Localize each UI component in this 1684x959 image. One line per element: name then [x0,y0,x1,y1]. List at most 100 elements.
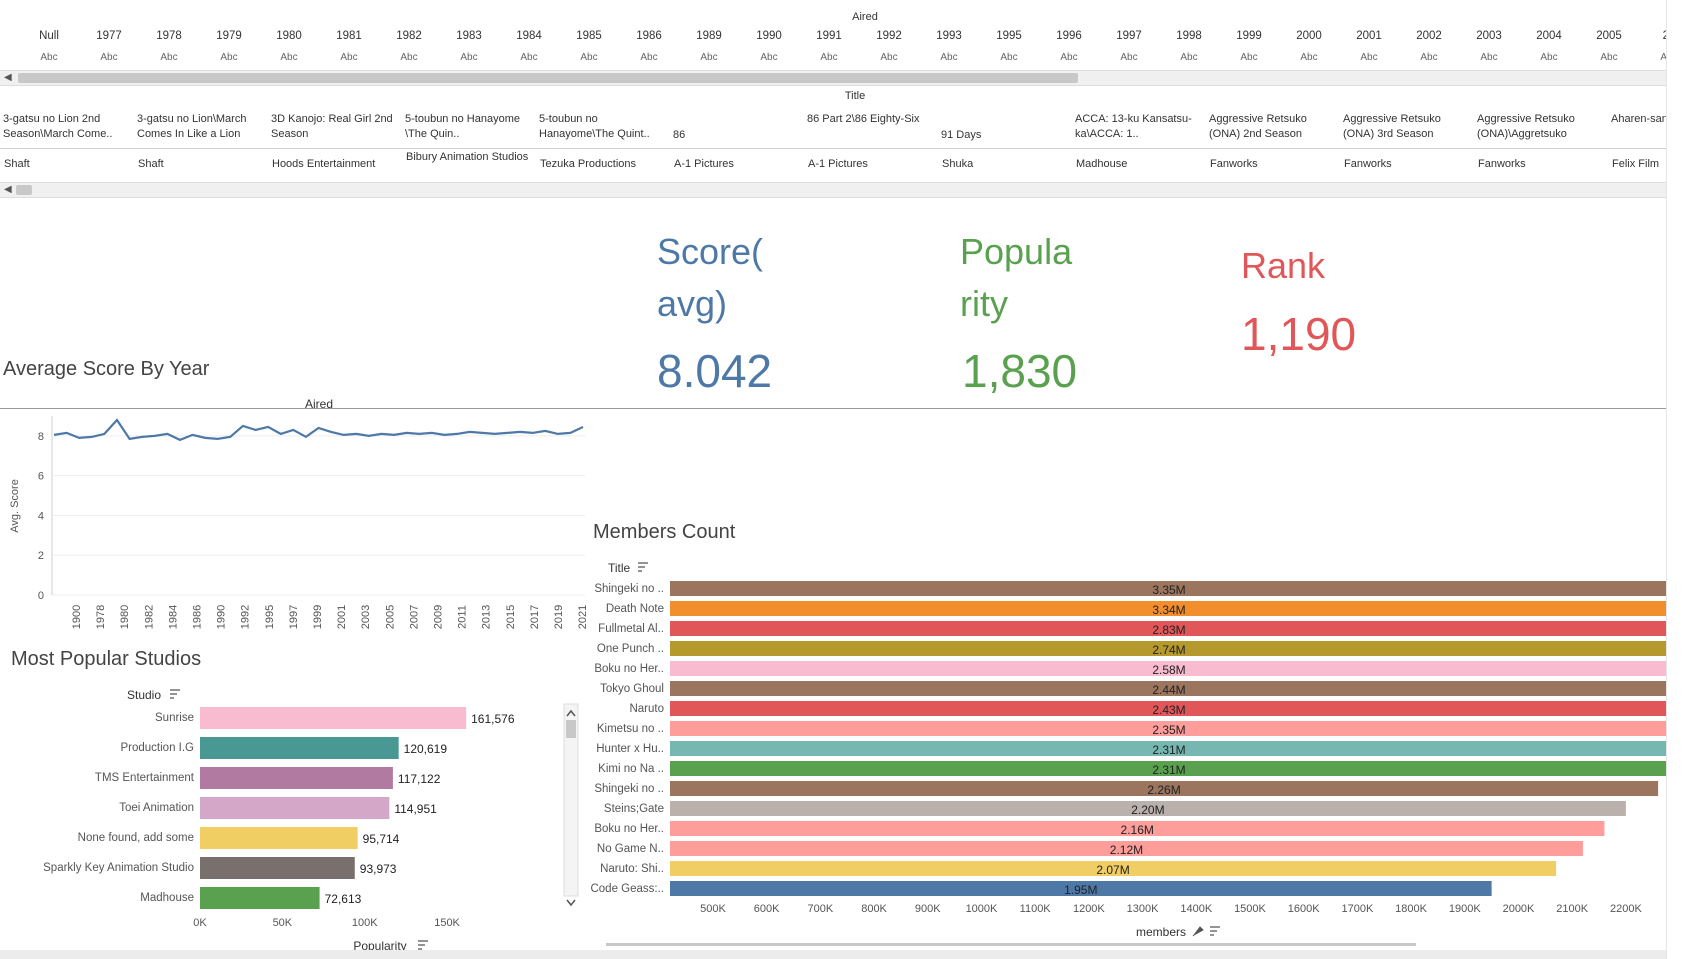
members-label: Fullmetal Al.. [598,623,664,635]
x-tick-label: 1997 [288,605,300,629]
title-cell[interactable]: 91 Days [941,128,1069,143]
studio-cell: Fanworks [1478,158,1526,170]
studio-value-label: 93,973 [360,862,397,876]
right-scrollbar[interactable] [1666,0,1684,959]
year-header: 1989 [696,30,722,42]
x-tick-label: 1986 [192,605,204,629]
studio-cell: Shaft [4,158,30,170]
abc-cell: Abc [160,52,178,63]
sort-icon [1210,926,1220,936]
abc-row: Abc Abc Abc Abc Abc Abc Abc Abc Abc Abc Abc Abc Abc A… [0,52,1684,66]
year-header: Null [39,30,59,42]
studio-cell: Tezuka Productions [540,158,636,170]
scroll-left-icon[interactable]: ◀ [4,71,12,85]
y-tick-label: 0 [38,590,44,602]
studio-bar [200,887,320,909]
x-tick-label: 1900 [71,605,83,629]
title-cell[interactable]: 86 Part 2\86 Eighty-Six [807,112,935,127]
y-axis-label: Avg. Score [9,479,21,533]
studio-cell: Shuka [942,158,974,170]
bottom-scrollbar[interactable] [0,950,1666,959]
studio-value-label: 161,576 [471,712,515,726]
x-tick-label: 2013 [481,605,493,629]
abc-cell: Abc [1120,52,1138,63]
title-cell[interactable]: Aggressive Retsuko (ONA) 3rd Season [1343,112,1471,142]
x-tick-label: 600K [754,903,780,915]
year-header: 1997 [1116,30,1142,42]
members-value-label: 2.35M [1152,723,1185,737]
year-header: 1979 [216,30,242,42]
studio-label: None found, add some [78,832,194,844]
year-header: 2000 [1296,30,1322,42]
studio-bar [200,737,399,759]
x-tick-label: 1995 [264,605,276,629]
studio-row: Shaft Shaft Hoods Entertainment Bibury Anim… [0,150,1666,180]
studios-title: Most Popular Studios [11,648,202,670]
x-tick-label: 1999 [312,605,324,629]
pin-icon [1192,926,1204,937]
abc-cell: Abc [940,52,958,63]
x-tick-label: 100K [352,917,378,929]
members-value-label: 2.31M [1152,763,1185,777]
x-tick-label: 1982 [143,605,155,629]
studio-cell: Hoods Entertainment [272,158,376,170]
x-tick-label: 2000K [1503,903,1535,915]
title-cell[interactable]: 3-gatsu no Lion 2nd Season\March Come.. [3,112,131,142]
title-cell[interactable]: 3D Kanojo: Real Girl 2nd Season [271,112,399,142]
studio-bar [200,767,393,789]
year-header: 1978 [156,30,182,42]
abc-cell: Abc [460,52,478,63]
studio-cell: Madhouse [1076,158,1128,170]
year-header: 2004 [1536,30,1562,42]
members-value-label: 2.44M [1152,683,1185,697]
year-header-row: Null 1977 1978 1979 1980 1981 1982 1983 1984 1985… [0,30,1684,46]
kpi-score-label: Score(avg) [657,231,764,324]
title-cell[interactable]: Aggressive Retsuko (ONA)\Aggretsuko [1477,112,1605,142]
x-tick-label: 1978 [95,605,107,629]
title-cell[interactable]: 5-toubun no Hanayome \The Quin.. [405,112,533,142]
members-value-label: 2.31M [1152,743,1185,757]
studio-value-label: 117,122 [398,772,441,786]
members-value-label: 2.74M [1152,643,1185,657]
studio-bar [200,797,390,819]
x-tick-label: 1300K [1127,903,1159,915]
x-tick-label: 900K [915,903,941,915]
studios-bar-chart[interactable]: Studio Sunrise 161,576 Production I.G 120,61… [0,682,590,954]
members-bar-chart[interactable]: Title Shingeki no .. 3.35M Death Note 3.34M F… [584,556,1668,948]
avg-score-line-chart[interactable]: Aired 0 2 4 6 8 Avg. Score 1900 1978 1980 1982 1984… [0,396,600,636]
members-value-label: 2.20M [1131,803,1164,817]
studio-header: Studio [127,688,161,702]
sort-icon [638,562,648,572]
studio-value-label: 95,714 [363,832,400,846]
scroll-left-icon[interactable]: ◀ [4,183,12,197]
abc-cell: Abc [220,52,238,63]
year-header: 1982 [396,30,422,42]
x-tick-label: 1992 [240,605,252,629]
scroll-thumb[interactable] [16,185,32,195]
year-header: 1999 [1236,30,1262,42]
members-label: Hunter x Hu.. [596,743,664,755]
abc-cell: Abc [40,52,58,63]
studio-cell: Fanworks [1344,158,1392,170]
year-header: 1992 [876,30,902,42]
title-cell[interactable]: ACCA: 13-ku Kansatsu-ka\ACCA: 1.. [1075,112,1203,142]
x-tick-label: 2200K [1610,903,1642,915]
title-cell[interactable]: 86 [673,128,801,143]
title-cell[interactable]: Aggressive Retsuko (ONA) 2nd Season [1209,112,1337,142]
kpi-popularity-value: 1,830 [962,345,1078,397]
title-table-scrollbar[interactable]: ◀ [0,182,1666,198]
x-tick-label: 2001 [336,605,348,629]
title-cell[interactable]: 3-gatsu no Lion\March Comes In Like a Li… [137,112,265,142]
title-cell[interactable]: 5-toubun no Hanayome\The Quint.. [539,112,667,142]
abc-cell: Abc [1060,52,1078,63]
members-label: Kimetsu no .. [597,723,664,735]
top-table-scrollbar[interactable]: ◀ [0,70,1666,86]
x-tick-label: 150K [434,917,460,929]
kpi-popularity-label: Popula rity [960,231,1073,324]
x-tick-label: 2011 [457,605,469,629]
scroll-thumb[interactable] [18,73,1078,83]
studio-cell: Fanworks [1210,158,1258,170]
year-header: 2005 [1596,30,1622,42]
year-header: 1998 [1176,30,1202,42]
x-tick-label: 2015 [505,605,517,629]
